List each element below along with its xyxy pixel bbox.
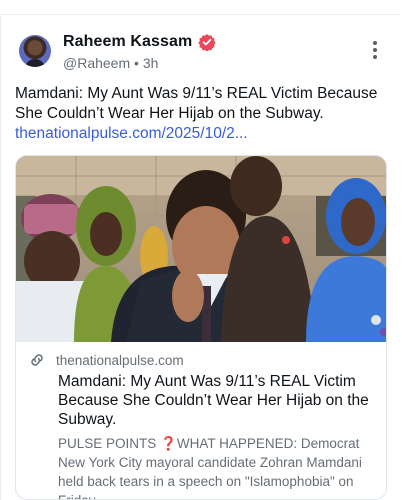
more-vertical-icon[interactable] <box>372 39 378 59</box>
question-mark-icon: ❓ <box>160 436 177 451</box>
link-preview-card[interactable]: thenationalpulse.com Mamdani: My Aunt Wa… <box>15 155 387 500</box>
card-meta: thenationalpulse.com Mamdani: My Aunt Wa… <box>28 350 374 499</box>
timestamp[interactable]: 3h <box>143 55 159 71</box>
card-photo <box>16 156 386 342</box>
handle-row: @Raheem • 3h <box>63 55 158 71</box>
author-name[interactable]: Raheem Kassam <box>63 33 192 51</box>
card-desc-prefix: PULSE POINTS <box>58 436 157 451</box>
author-row: Raheem Kassam <box>63 33 217 51</box>
verified-badge-icon <box>198 34 217 51</box>
handle[interactable]: @Raheem <box>63 55 130 71</box>
post-link[interactable]: thenationalpulse.com/2025/10/2... <box>15 124 387 144</box>
avatar[interactable] <box>19 35 51 67</box>
separator: • <box>134 55 139 71</box>
post-body: Mamdani: My Aunt Was 9/11’s REAL Victim … <box>15 84 387 144</box>
post-text: Mamdani: My Aunt Was 9/11’s REAL Victim … <box>15 85 378 122</box>
link-icon <box>31 354 43 366</box>
card-image <box>16 156 386 342</box>
card-domain-row: thenationalpulse.com <box>28 350 374 370</box>
card-title: Mamdani: My Aunt Was 9/11’s REAL Victim … <box>58 373 369 428</box>
card-domain: thenationalpulse.com <box>56 352 184 368</box>
post-header: Raheem Kassam @Raheem • 3h <box>19 33 386 79</box>
card-description: PULSE POINTS ❓WHAT HAPPENED: Democrat Ne… <box>58 434 374 499</box>
post: Raheem Kassam @Raheem • 3h Mamdani: My A… <box>0 14 400 500</box>
